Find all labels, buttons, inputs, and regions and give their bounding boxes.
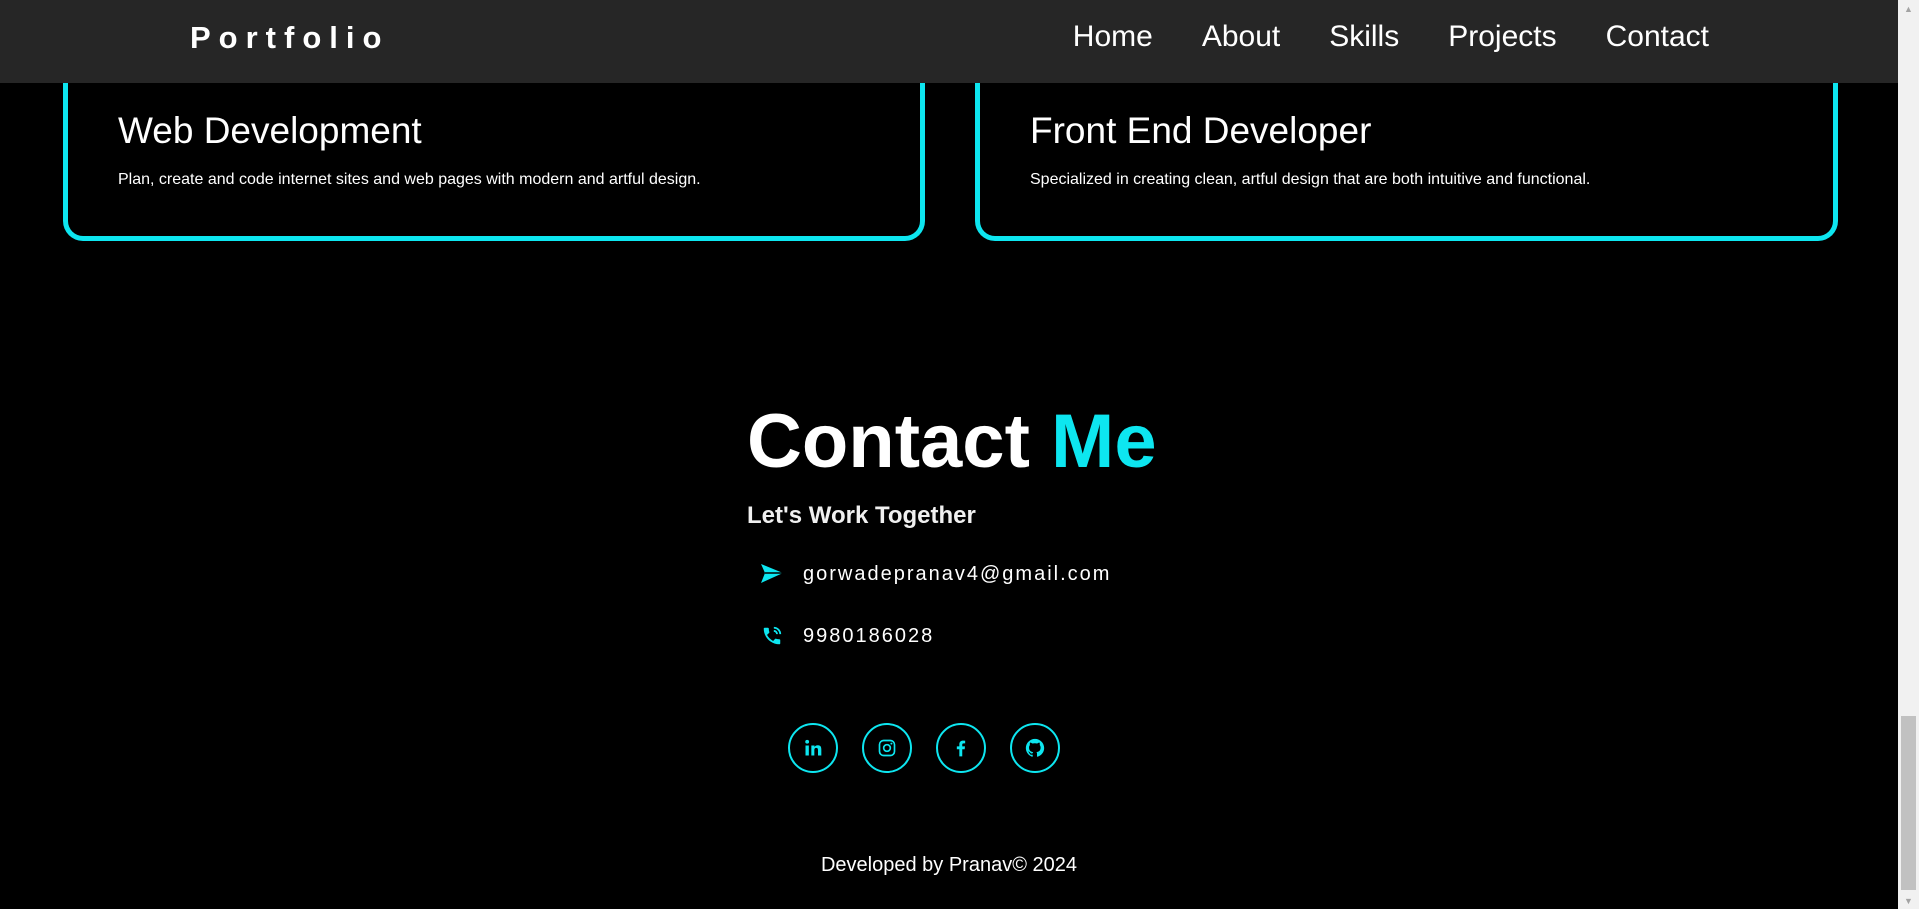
page: Web Development Plan, create and code in…: [0, 0, 1919, 909]
linkedin-link[interactable]: [788, 723, 838, 773]
nav-link-projects[interactable]: Projects: [1448, 20, 1556, 54]
linkedin-icon: [805, 739, 822, 756]
scroll-down-arrow-icon[interactable]: ▼: [1898, 892, 1919, 909]
nav-links: Home About Skills Projects Contact: [1073, 20, 1709, 54]
contact-email-row: gorwadepranav4@gmail.com: [760, 562, 1111, 586]
contact-phone[interactable]: 9980186028: [803, 625, 934, 648]
contact-heading-main: Contact: [747, 399, 1030, 484]
service-description: Specialized in creating clean, artful de…: [1030, 171, 1591, 188]
navbar: Portfolio Home About Skills Projects Con…: [0, 0, 1898, 83]
github-link[interactable]: [1010, 723, 1060, 773]
github-icon: [1025, 738, 1045, 757]
nav-link-skills[interactable]: Skills: [1329, 20, 1399, 54]
scrollbar-thumb[interactable]: [1901, 716, 1916, 890]
contact-subtitle: Let's Work Together: [747, 502, 976, 529]
contact-phone-row: 9980186028: [760, 624, 934, 648]
instagram-link[interactable]: [862, 723, 912, 773]
service-description: Plan, create and code internet sites and…: [118, 171, 701, 188]
paper-plane-icon: [760, 562, 784, 586]
footer-text: Developed by Pranav© 2024: [820, 854, 1077, 876]
social-links: [788, 723, 1060, 773]
service-title: Front End Developer: [1030, 110, 1372, 151]
instagram-icon: [878, 739, 896, 757]
contact-heading: Contact Me: [747, 398, 1157, 485]
phone-icon: [760, 624, 784, 648]
nav-link-contact[interactable]: Contact: [1606, 20, 1709, 54]
page-scrollbar[interactable]: ▲ ▼: [1898, 0, 1919, 909]
nav-link-about[interactable]: About: [1202, 20, 1280, 54]
facebook-link[interactable]: [936, 723, 986, 773]
scroll-up-arrow-icon[interactable]: ▲: [1898, 0, 1919, 17]
contact-email[interactable]: gorwadepranav4@gmail.com: [803, 563, 1111, 586]
service-title: Web Development: [118, 110, 422, 151]
brand-logo[interactable]: Portfolio: [190, 20, 389, 56]
contact-heading-accent: Me: [1051, 399, 1157, 484]
nav-link-home[interactable]: Home: [1073, 20, 1153, 54]
facebook-icon: [956, 740, 966, 757]
